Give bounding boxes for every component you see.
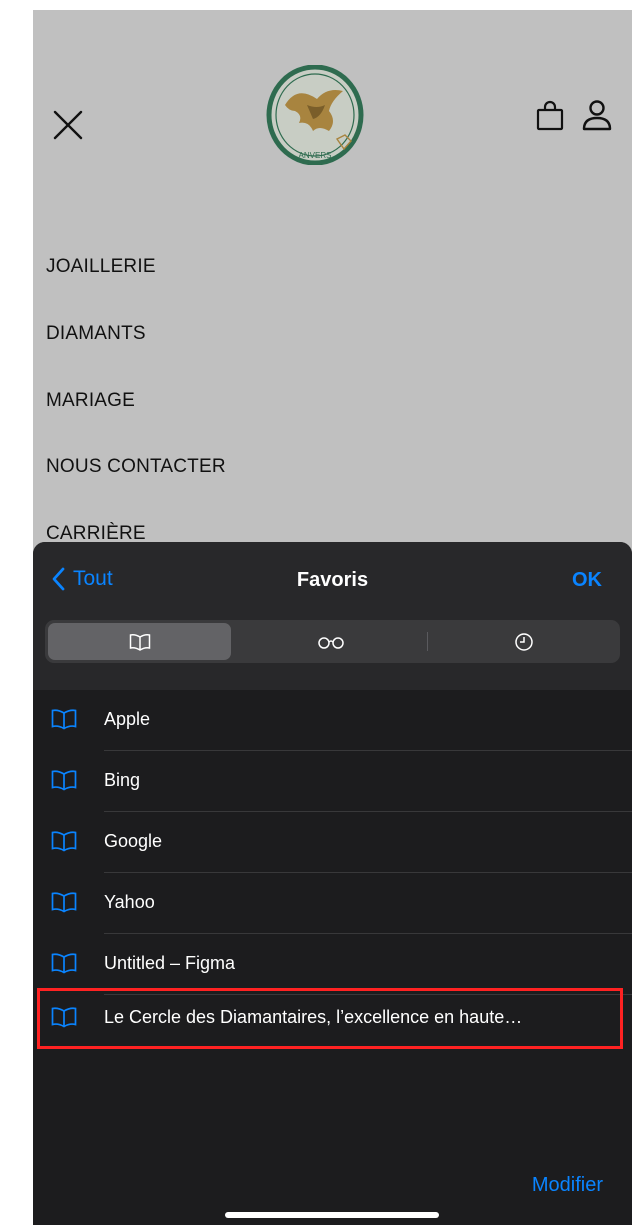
- phone-screen: ANVERS JOAILLERIE DIAMANTS MARIAGE NOUS …: [33, 10, 632, 1225]
- bookmark-item-figma[interactable]: Untitled – Figma: [33, 934, 632, 995]
- bookmark-label: Yahoo: [104, 892, 155, 912]
- menu-item-diamants[interactable]: DIAMANTS: [46, 323, 146, 345]
- tab-reading-list[interactable]: [237, 623, 425, 660]
- shopping-bag-icon[interactable]: [535, 100, 565, 132]
- home-indicator[interactable]: [225, 1212, 439, 1218]
- book-icon: [51, 953, 77, 974]
- menu-item-mariage[interactable]: MARIAGE: [46, 390, 135, 412]
- svg-text:ANVERS: ANVERS: [299, 151, 332, 160]
- bookmark-label: Le Cercle des Diamantaires, l’excellence…: [104, 1007, 523, 1027]
- view-segmented-control: [45, 620, 620, 663]
- menu-item-joaillerie[interactable]: JOAILLERIE: [46, 256, 156, 278]
- bookmark-item-google[interactable]: Google: [33, 812, 632, 873]
- close-icon[interactable]: [51, 108, 87, 144]
- modifier-button[interactable]: Modifier: [532, 1174, 603, 1197]
- bookmarks-sheet: Tout Favoris OK Apple Bing Google Yahoo …: [33, 542, 632, 1225]
- ok-button[interactable]: OK: [572, 569, 602, 592]
- book-icon: [51, 770, 77, 791]
- sheet-title: Favoris: [296, 569, 369, 591]
- bookmark-label: Apple: [104, 709, 151, 729]
- bookmark-item-yahoo[interactable]: Yahoo: [33, 873, 632, 934]
- book-icon: [51, 709, 77, 730]
- bookmark-label: Google: [104, 831, 163, 851]
- book-icon: [51, 892, 77, 913]
- bookmark-item-bing[interactable]: Bing: [33, 751, 632, 812]
- user-icon[interactable]: [580, 99, 614, 133]
- book-icon: [129, 633, 150, 651]
- bookmark-item-cercle-des-diamantaires[interactable]: Le Cercle des Diamantaires, l’excellence…: [33, 988, 632, 1049]
- brand-logo[interactable]: ANVERS: [265, 65, 365, 165]
- book-icon: [51, 1007, 77, 1028]
- clock-icon: [515, 632, 533, 651]
- tab-bookmarks[interactable]: [48, 623, 231, 660]
- segment-divider: [427, 632, 428, 651]
- tab-history[interactable]: [431, 623, 617, 660]
- bookmark-label: Bing: [104, 770, 141, 790]
- bookmark-item-apple[interactable]: Apple: [33, 690, 632, 751]
- bookmark-label: Untitled – Figma: [104, 953, 236, 973]
- book-icon: [51, 831, 77, 852]
- glasses-icon: [318, 636, 344, 649]
- bookmarks-sheet-header: Tout Favoris OK: [33, 542, 632, 690]
- menu-item-nous-contacter[interactable]: NOUS CONTACTER: [46, 456, 226, 478]
